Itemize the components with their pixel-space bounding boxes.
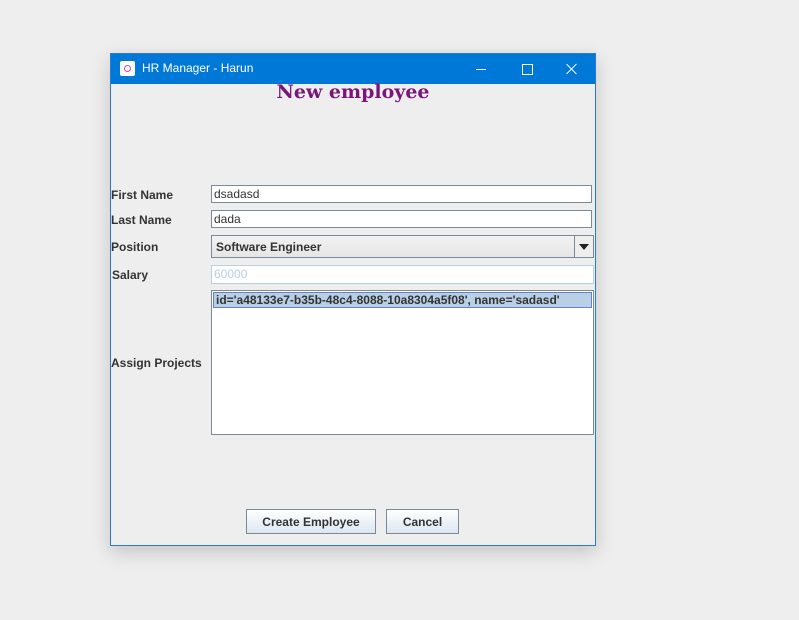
position-label: Position <box>111 240 159 254</box>
salary-label: Salary <box>112 268 149 282</box>
minimize-icon <box>476 68 486 70</box>
first-name-field[interactable]: dsadasd <box>211 185 592 203</box>
minimize-button[interactable] <box>458 54 504 84</box>
title-bar[interactable]: HR Manager - Harun <box>111 54 595 84</box>
position-selected-value: Software Engineer <box>216 240 322 254</box>
window-title: HR Manager - Harun <box>142 61 254 75</box>
hr-manager-window: HR Manager - Harun New employee First Na… <box>110 53 596 546</box>
app-icon <box>120 61 135 76</box>
assign-projects-label: Assign Projects <box>111 356 202 370</box>
chevron-down-icon <box>579 243 589 250</box>
last-name-label: Last Name <box>111 213 172 227</box>
close-button[interactable] <box>549 54 595 84</box>
list-item[interactable]: id='a48133e7-b35b-48c4-8088-10a8304a5f08… <box>213 292 592 308</box>
position-select[interactable]: Software Engineer <box>211 235 594 258</box>
maximize-button[interactable] <box>504 54 550 84</box>
close-icon <box>566 63 578 75</box>
salary-field: 60000 <box>211 265 594 284</box>
projects-list[interactable]: id='a48133e7-b35b-48c4-8088-10a8304a5f08… <box>211 290 594 435</box>
maximize-icon <box>521 63 533 75</box>
position-dropdown-button[interactable] <box>574 236 593 257</box>
page-title: New employee <box>276 81 430 103</box>
cancel-button[interactable]: Cancel <box>386 509 459 534</box>
create-employee-button[interactable]: Create Employee <box>246 509 376 534</box>
first-name-label: First Name <box>111 188 174 202</box>
last-name-field[interactable]: dada <box>211 210 592 228</box>
